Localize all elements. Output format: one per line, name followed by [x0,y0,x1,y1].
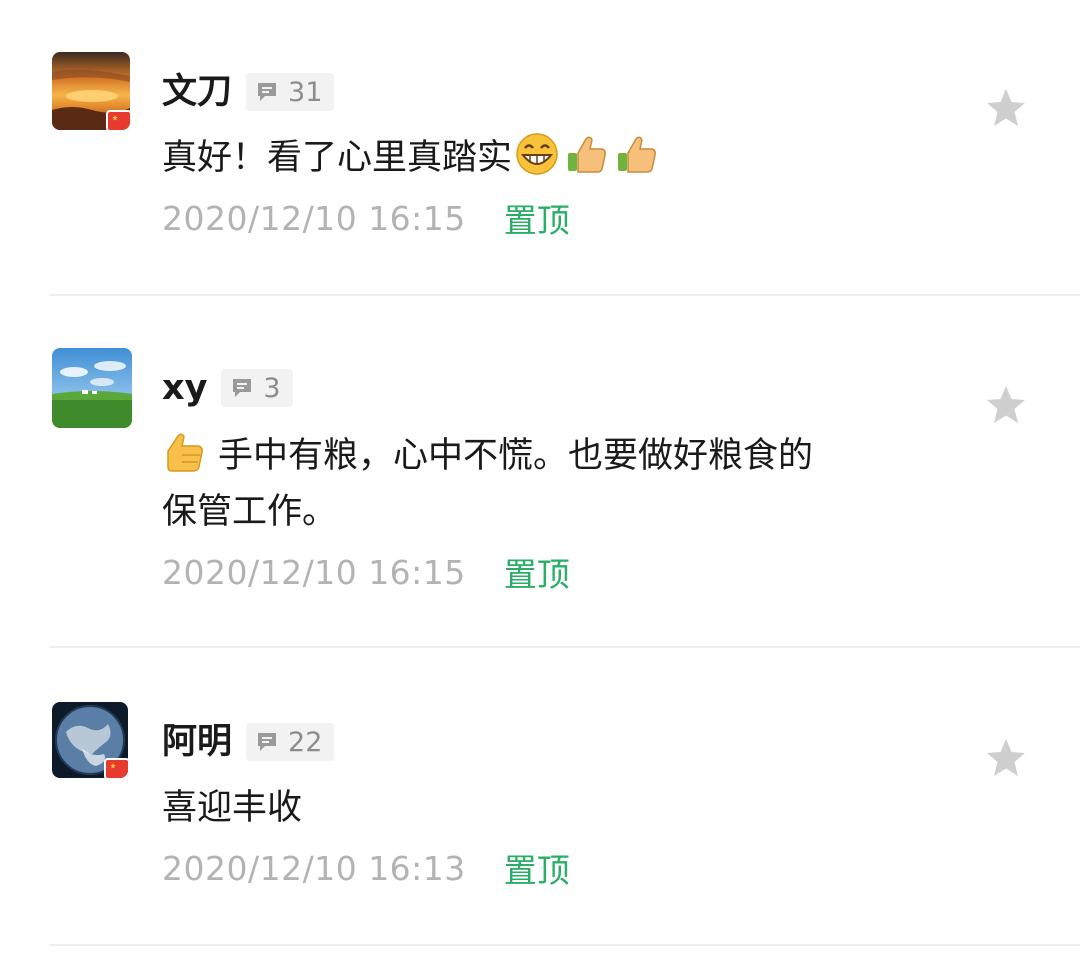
divider [50,294,1080,296]
star-icon[interactable] [984,383,1028,427]
thumbs-up-emoji-icon [618,136,656,173]
comment-meta: 2020/12/10 16:13 置顶 [162,844,570,892]
star-icon[interactable] [984,736,1028,780]
comment-text: 真好！看了心里真踏实 [162,130,962,186]
pin-to-top-link[interactable]: 置顶 [504,548,570,596]
china-flag-icon [106,110,130,130]
comment-meta: 2020/12/10 16:15 置顶 [162,548,570,596]
comment-text-line: 保管工作。 [162,492,338,532]
comment-header: 文刀 31 [162,70,335,114]
reply-count-badge[interactable]: 3 [221,369,293,407]
reply-count: 31 [288,76,323,108]
thumbs-up-emoji-icon [167,433,203,472]
username[interactable]: 阿明 [162,720,232,764]
comment-text-line: 手中有粮，心中不慌。也要做好粮食的 [218,436,814,476]
comment-bubble-icon [258,733,277,751]
comment-text: 喜迎丰收 [162,780,962,836]
comment-time: 2020/12/10 16:15 [162,198,466,238]
comment-bubble-icon [233,379,252,397]
username[interactable]: xy [162,366,207,410]
star-icon[interactable] [984,86,1028,130]
china-flag-icon [104,758,128,778]
pin-to-top-link[interactable]: 置顶 [504,844,570,892]
avatar[interactable] [52,52,130,130]
divider [50,944,1080,946]
avatar[interactable] [52,348,132,428]
comment-meta: 2020/12/10 16:15 置顶 [162,194,570,242]
avatar[interactable] [52,702,128,778]
grin-emoji-icon [516,133,558,175]
comment-text: 手中有粮，心中不慌。也要做好粮食的 保管工作。 [162,428,962,540]
comment-text-content: 喜迎丰收 [162,788,303,828]
comment-header: xy 3 [162,366,293,410]
reply-count: 3 [263,372,281,404]
comment-header: 阿明 22 [162,720,335,764]
reply-count-badge[interactable]: 22 [246,723,335,761]
comment-text-content: 真好！看了心里真踏实 [162,138,513,178]
comment-bubble-icon [258,83,277,101]
comment-time: 2020/12/10 16:13 [162,848,466,888]
username[interactable]: 文刀 [162,70,232,114]
pin-to-top-link[interactable]: 置顶 [504,194,570,242]
thumbs-up-emoji-icon [568,136,606,173]
grassland-avatar-image [52,348,132,428]
divider [50,646,1080,648]
comment-time: 2020/12/10 16:15 [162,552,466,592]
reply-count: 22 [288,726,323,758]
reply-count-badge[interactable]: 31 [246,73,335,111]
